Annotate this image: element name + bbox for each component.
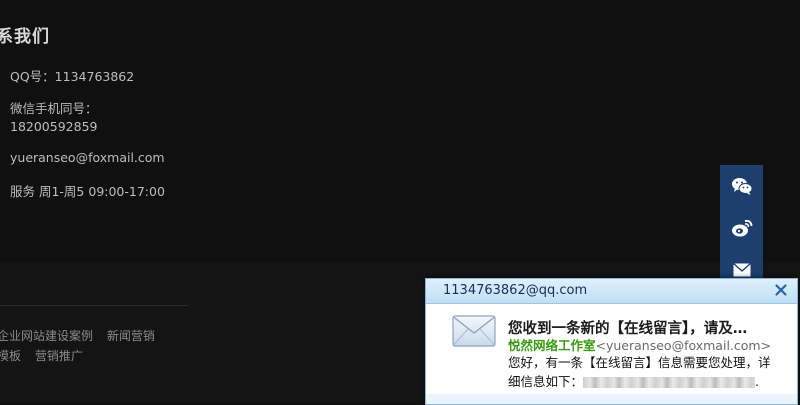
contact-title: 系我们 [0,27,50,47]
sender-name: 悦然网络工作室 [508,338,596,353]
message-line: 您好，有一条【在线留言】信息需要您处理，详 [508,355,771,370]
weibo-icon [731,219,752,237]
popup-account: 1134763862@qq.com [443,283,588,298]
mail-icon [732,263,751,277]
footer-divider [0,305,188,306]
popup-body: 您收到一条新的【在线留言】，请及… 悦然网络工作室<yueranseo@foxm… [426,304,797,404]
floating-side-bar [720,165,763,290]
footer-links-row: 模板 营销推广 [0,347,93,364]
contact-qq: QQ号：1134763862 [10,69,135,84]
contact-wechat-label: 微信手机同号： [10,101,98,116]
contact-email: yueranseo@foxmail.com [10,150,165,165]
envelope-icon [452,315,496,347]
weibo-button[interactable] [720,207,763,249]
sender-email: <yueranseo@foxmail.com> [595,338,772,353]
popup-header: 1134763862@qq.com [426,279,797,304]
footer-contact-section [0,0,800,262]
popup-sender: 悦然网络工作室<yueranseo@foxmail.com> [508,335,771,354]
wechat-button[interactable] [720,165,763,207]
email-notification-popup[interactable]: 1134763862@qq.com 您收到一条新的【在线留言】，请及… 悦然网络… [425,278,798,405]
footer-link[interactable]: 新闻营销 [107,329,155,343]
redacted-text [583,377,756,388]
footer-link[interactable]: 模板 [0,349,21,363]
footer-link[interactable]: 企业网站建设案例 [0,329,93,343]
message-line: 细信息如下：. [508,372,793,391]
message-prefix: 细信息如下： [508,374,584,389]
close-icon[interactable] [773,282,789,298]
message-suffix: . [755,374,759,389]
footer-link[interactable]: 营销推广 [35,349,83,363]
footer-links-row: 企业网站建设案例 新闻营销 [0,327,165,344]
wechat-icon [731,178,752,195]
popup-message: 您好，有一条【在线留言】信息需要您处理，详 细信息如下：. [508,353,793,391]
contact-hours: 服务 周1-周5 09:00-17:00 [10,184,165,199]
contact-phone: 18200592859 [10,119,98,134]
